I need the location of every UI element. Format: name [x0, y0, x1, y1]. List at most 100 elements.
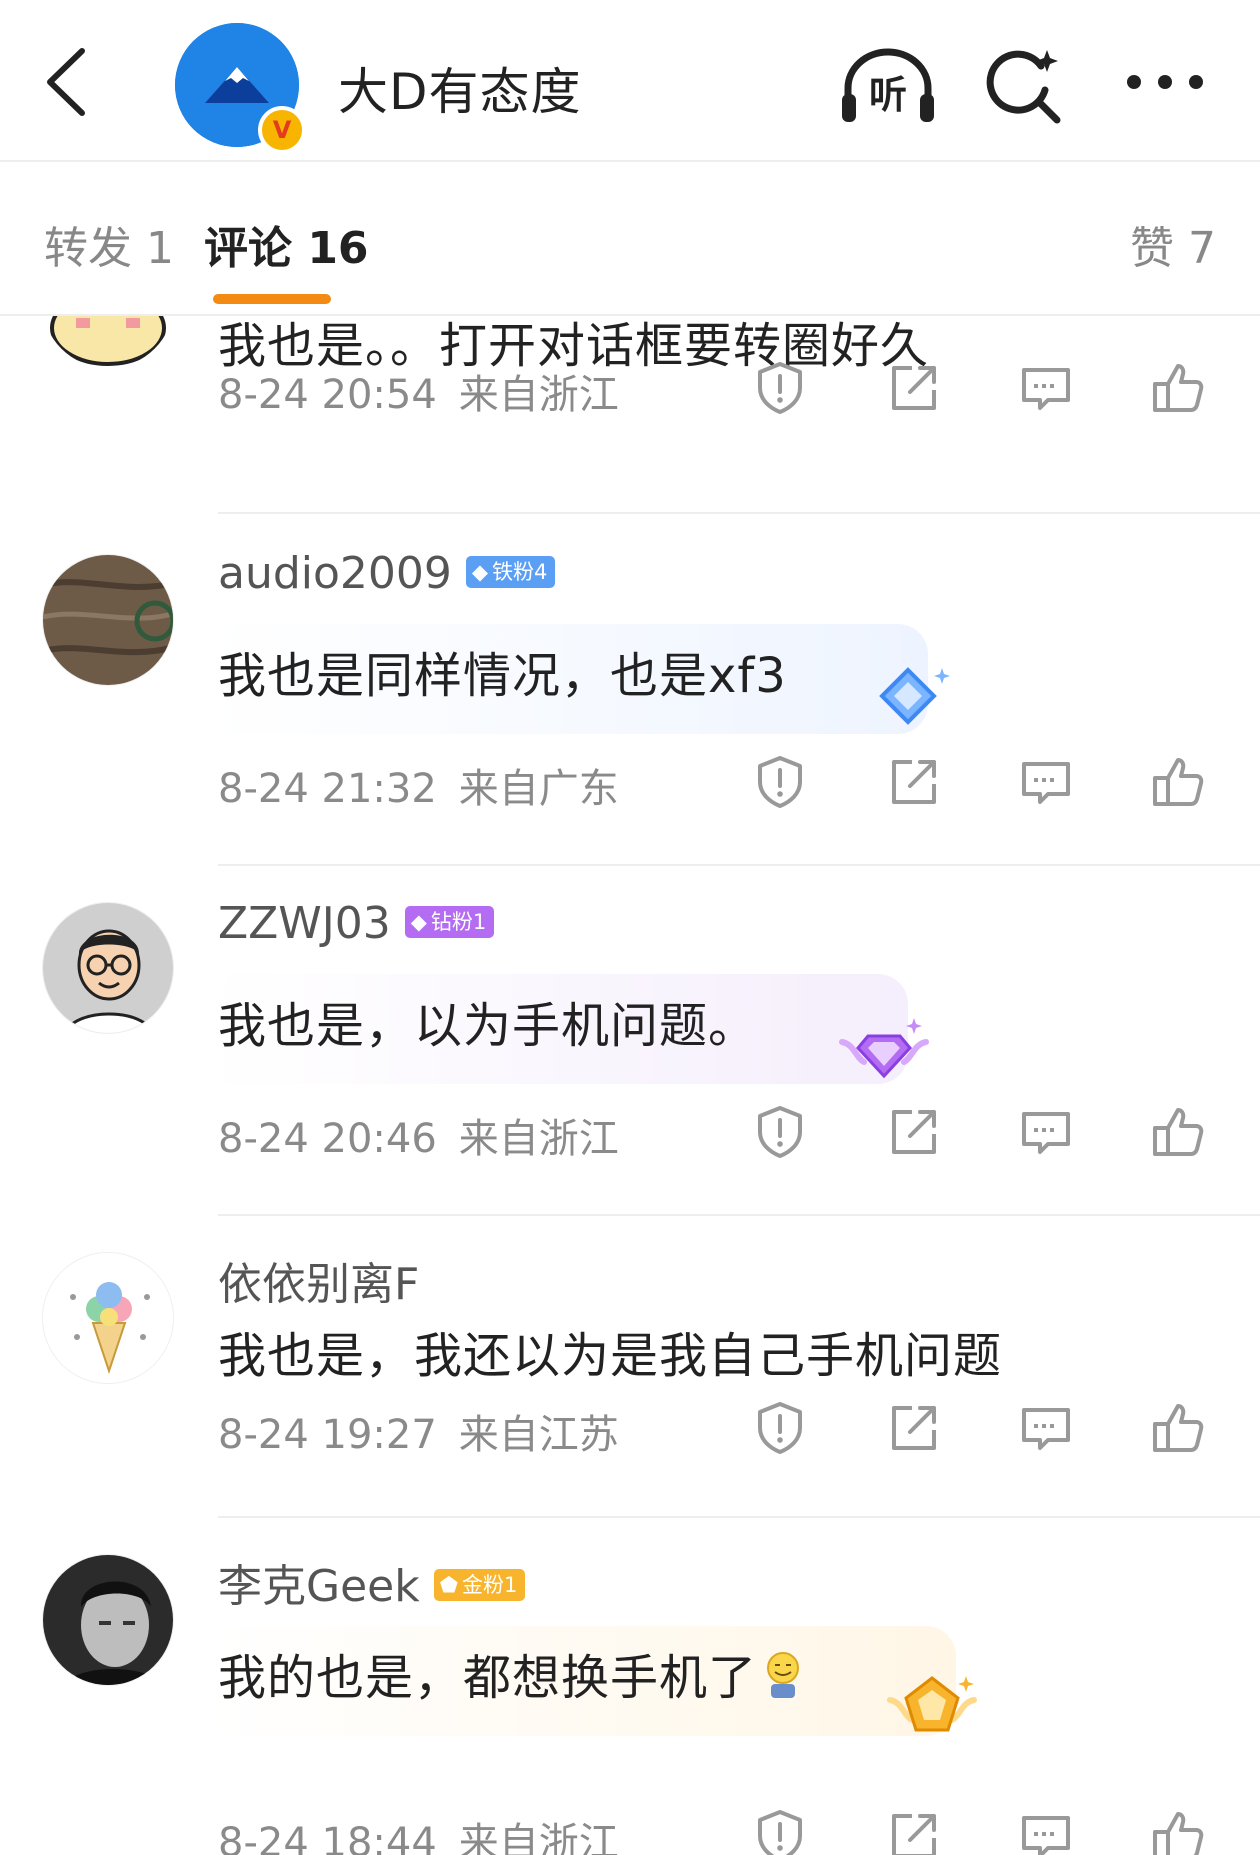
comment-author: 李克Geek ⬟ 金粉1: [218, 1550, 526, 1614]
comment-author: ZZWJ03 ◆ 钻粉1: [218, 898, 495, 949]
like-button[interactable]: [1150, 1400, 1206, 1456]
shield-alert-icon: [758, 1106, 802, 1158]
active-tab-indicator: [213, 294, 331, 304]
weibo-comments-page: V 大D有态度 听 转发 1 评论 16 赞 7 我也是。。打开对话框要转圈好久…: [0, 0, 1260, 1855]
comment-author: audio2009 ◆ 铁粉4: [218, 548, 556, 599]
pixel-cat-avatar-icon: [42, 316, 174, 368]
comment-author: 依依别离F: [218, 1248, 419, 1312]
reply-button[interactable]: [1018, 754, 1074, 810]
diamond-decoration-icon: [858, 662, 958, 746]
cartoon-man-avatar-icon: [43, 903, 173, 1033]
comment-meta: 8-24 20:54 来自浙江: [218, 362, 619, 420]
comment-icon: [1022, 762, 1070, 804]
listen-button[interactable]: 听: [838, 44, 938, 126]
share-icon: [892, 1110, 936, 1154]
avatar[interactable]: [42, 554, 174, 686]
share-icon: [892, 366, 936, 410]
ice-cream-avatar-icon: [43, 1253, 173, 1383]
avatar[interactable]: [42, 1252, 174, 1384]
comment-meta: 8-24 20:46 来自浙江: [218, 1106, 619, 1164]
diamond-icon: ◆: [471, 560, 489, 584]
search-button[interactable]: [985, 46, 1065, 126]
comment-meta: 8-24 19:27 来自江苏: [218, 1402, 619, 1460]
comment-icon: [1022, 1112, 1070, 1154]
reply-button[interactable]: [1018, 1808, 1074, 1855]
author-name[interactable]: 李克Geek: [218, 1561, 420, 1612]
tab-comment[interactable]: 评论 16: [204, 212, 369, 276]
share-button[interactable]: [886, 1808, 942, 1855]
author-name[interactable]: ZZWJ03: [218, 898, 391, 949]
comment-location: 来自广东: [458, 766, 619, 812]
headphones-icon: 听: [842, 48, 934, 122]
avatar[interactable]: [42, 316, 174, 368]
author-name[interactable]: audio2009: [218, 548, 452, 599]
share-button[interactable]: [886, 360, 942, 416]
reply-button[interactable]: [1018, 1104, 1074, 1160]
verified-badge: V: [258, 106, 306, 154]
avatar[interactable]: [42, 1554, 174, 1686]
divider: [218, 864, 1260, 866]
comment-time: 8-24 21:32: [218, 766, 437, 812]
divider: [218, 1214, 1260, 1216]
thumbs-up-icon: [1153, 364, 1204, 412]
thumbs-up-icon: [1153, 1812, 1204, 1855]
shield-alert-icon: [758, 1810, 802, 1855]
tab-repost[interactable]: 转发 1: [44, 212, 174, 276]
author-name[interactable]: 依依别离F: [218, 1259, 419, 1310]
comment-time: 8-24 20:54: [218, 372, 437, 418]
comment-text: 我也是，我还以为是我自己手机问题: [218, 1328, 1003, 1384]
share-icon: [892, 1814, 936, 1855]
comment-list: 我也是。。打开对话框要转圈好久 8-24 20:54 来自浙江 audio200…: [0, 316, 1260, 1855]
wood-texture-avatar-icon: [43, 555, 173, 685]
reply-button[interactable]: [1018, 360, 1074, 416]
top-bar: V 大D有态度 听: [0, 0, 1260, 160]
tab-like[interactable]: 赞 7: [1130, 212, 1216, 276]
more-button[interactable]: [1120, 62, 1210, 102]
share-button[interactable]: [886, 1400, 942, 1456]
shield-alert-icon: [758, 362, 802, 414]
like-button[interactable]: [1150, 1104, 1206, 1160]
divider: [218, 512, 1260, 514]
report-button[interactable]: [752, 754, 808, 810]
report-button[interactable]: [752, 1104, 808, 1160]
thumbs-up-icon: [1153, 758, 1204, 806]
report-button[interactable]: [752, 1808, 808, 1855]
chevron-left-icon: [47, 48, 85, 116]
search-sparkle-icon: [986, 50, 1061, 124]
comment-icon: [1022, 1816, 1070, 1855]
like-button[interactable]: [1150, 1808, 1206, 1855]
like-button[interactable]: [1150, 754, 1206, 810]
comment-location: 来自浙江: [458, 1116, 619, 1162]
comment-text: 我的也是，都想换手机了: [218, 1638, 803, 1712]
reply-button[interactable]: [1018, 1400, 1074, 1456]
fan-badge: ⬟ 金粉1: [433, 1569, 526, 1601]
thumbs-up-icon: [1153, 1404, 1204, 1452]
divider: [218, 1516, 1260, 1518]
comment-time: 8-24 19:27: [218, 1412, 437, 1458]
fan-badge-label: 铁粉4: [492, 560, 548, 584]
diamond-icon: ◆: [410, 910, 427, 934]
fan-badge-label: 金粉1: [461, 1573, 518, 1597]
share-button[interactable]: [886, 1104, 942, 1160]
back-button[interactable]: [40, 45, 100, 120]
more-dots-icon: [1127, 75, 1203, 89]
comment-location: 来自浙江: [458, 372, 619, 418]
comment-time: 8-24 20:46: [218, 1116, 437, 1162]
like-button[interactable]: [1150, 360, 1206, 416]
share-button[interactable]: [886, 754, 942, 810]
comment-location: 来自江苏: [458, 1412, 619, 1458]
shield-alert-icon: [758, 1402, 802, 1454]
comment-meta: 8-24 18:44 来自浙江: [218, 1810, 619, 1855]
comment-icon: [1022, 368, 1070, 410]
comment-meta: 8-24 21:32 来自广东: [218, 756, 619, 814]
comment-text: 我也是，以为手机问题。: [218, 998, 758, 1054]
comment-time: 8-24 18:44: [218, 1820, 437, 1855]
report-button[interactable]: [752, 1400, 808, 1456]
comment-location: 来自浙江: [458, 1820, 619, 1855]
fan-badge: ◆ 钻粉1: [404, 906, 495, 938]
portrait-avatar-icon: [43, 1555, 173, 1685]
report-button[interactable]: [752, 360, 808, 416]
comment-icon: [1022, 1408, 1070, 1450]
comment-text-content: 我的也是，都想换手机了: [218, 1650, 758, 1706]
avatar[interactable]: [42, 902, 174, 1034]
